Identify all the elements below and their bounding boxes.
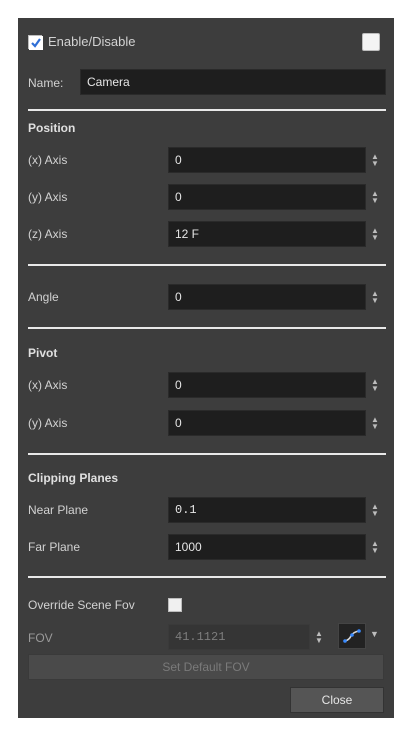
pivot-y-input[interactable]: 0 xyxy=(168,410,366,436)
function-curve-button[interactable] xyxy=(338,623,366,649)
divider xyxy=(28,576,386,578)
position-z-input[interactable]: 12 F xyxy=(168,221,366,247)
color-swatch-button[interactable] xyxy=(362,33,380,51)
camera-layer-properties-panel: Enable/Disable Name: Camera Position (x)… xyxy=(18,18,394,718)
divider xyxy=(28,453,386,455)
far-plane-spinner[interactable]: ▲ ▼ xyxy=(370,540,380,555)
angle-label: Angle xyxy=(28,290,59,304)
enable-label: Enable/Disable xyxy=(48,34,136,49)
divider xyxy=(28,264,386,266)
enable-checkbox[interactable] xyxy=(28,35,43,50)
pivot-y-label: (y) Axis xyxy=(28,416,68,430)
divider xyxy=(28,109,386,111)
pivot-x-spinner[interactable]: ▲ ▼ xyxy=(370,378,380,393)
position-section-title: Position xyxy=(28,121,76,135)
pivot-section-title: Pivot xyxy=(28,346,58,360)
near-plane-input[interactable]: 0.1 xyxy=(168,497,366,523)
far-plane-label: Far Plane xyxy=(28,540,81,554)
name-label: Name: xyxy=(28,76,64,90)
pivot-x-label: (x) Axis xyxy=(28,378,68,392)
position-z-label: (z) Axis xyxy=(28,227,68,241)
fov-label: FOV xyxy=(28,631,53,645)
position-y-label: (y) Axis xyxy=(28,190,68,204)
position-x-spinner[interactable]: ▲ ▼ xyxy=(370,153,380,168)
far-plane-input[interactable]: 1000 xyxy=(168,534,366,560)
fov-spinner[interactable]: ▲ ▼ xyxy=(314,630,324,645)
fov-input[interactable]: 41.1121 xyxy=(168,624,310,650)
position-y-input[interactable]: 0 xyxy=(168,184,366,210)
override-fov-checkbox[interactable] xyxy=(168,598,182,612)
position-y-spinner[interactable]: ▲ ▼ xyxy=(370,190,380,205)
override-fov-label: Override Scene Fov xyxy=(28,598,135,612)
angle-input[interactable]: 0 xyxy=(168,284,366,310)
near-plane-spinner[interactable]: ▲ ▼ xyxy=(370,503,380,518)
clipping-section-title: Clipping Planes xyxy=(28,471,119,485)
position-x-input[interactable]: 0 xyxy=(168,147,366,173)
divider xyxy=(28,327,386,329)
chevron-down-icon[interactable]: ▼ xyxy=(370,629,379,639)
pivot-y-spinner[interactable]: ▲ ▼ xyxy=(370,416,380,431)
near-plane-label: Near Plane xyxy=(28,503,89,517)
name-input[interactable]: Camera xyxy=(80,69,386,95)
set-default-fov-button[interactable]: Set Default FOV xyxy=(28,654,384,680)
position-z-spinner[interactable]: ▲ ▼ xyxy=(370,227,380,242)
angle-spinner[interactable]: ▲ ▼ xyxy=(370,290,380,305)
close-button[interactable]: Close xyxy=(290,687,384,713)
checkmark-icon xyxy=(29,36,43,50)
pivot-x-input[interactable]: 0 xyxy=(168,372,366,398)
position-x-label: (x) Axis xyxy=(28,153,68,167)
curve-icon xyxy=(343,629,361,643)
